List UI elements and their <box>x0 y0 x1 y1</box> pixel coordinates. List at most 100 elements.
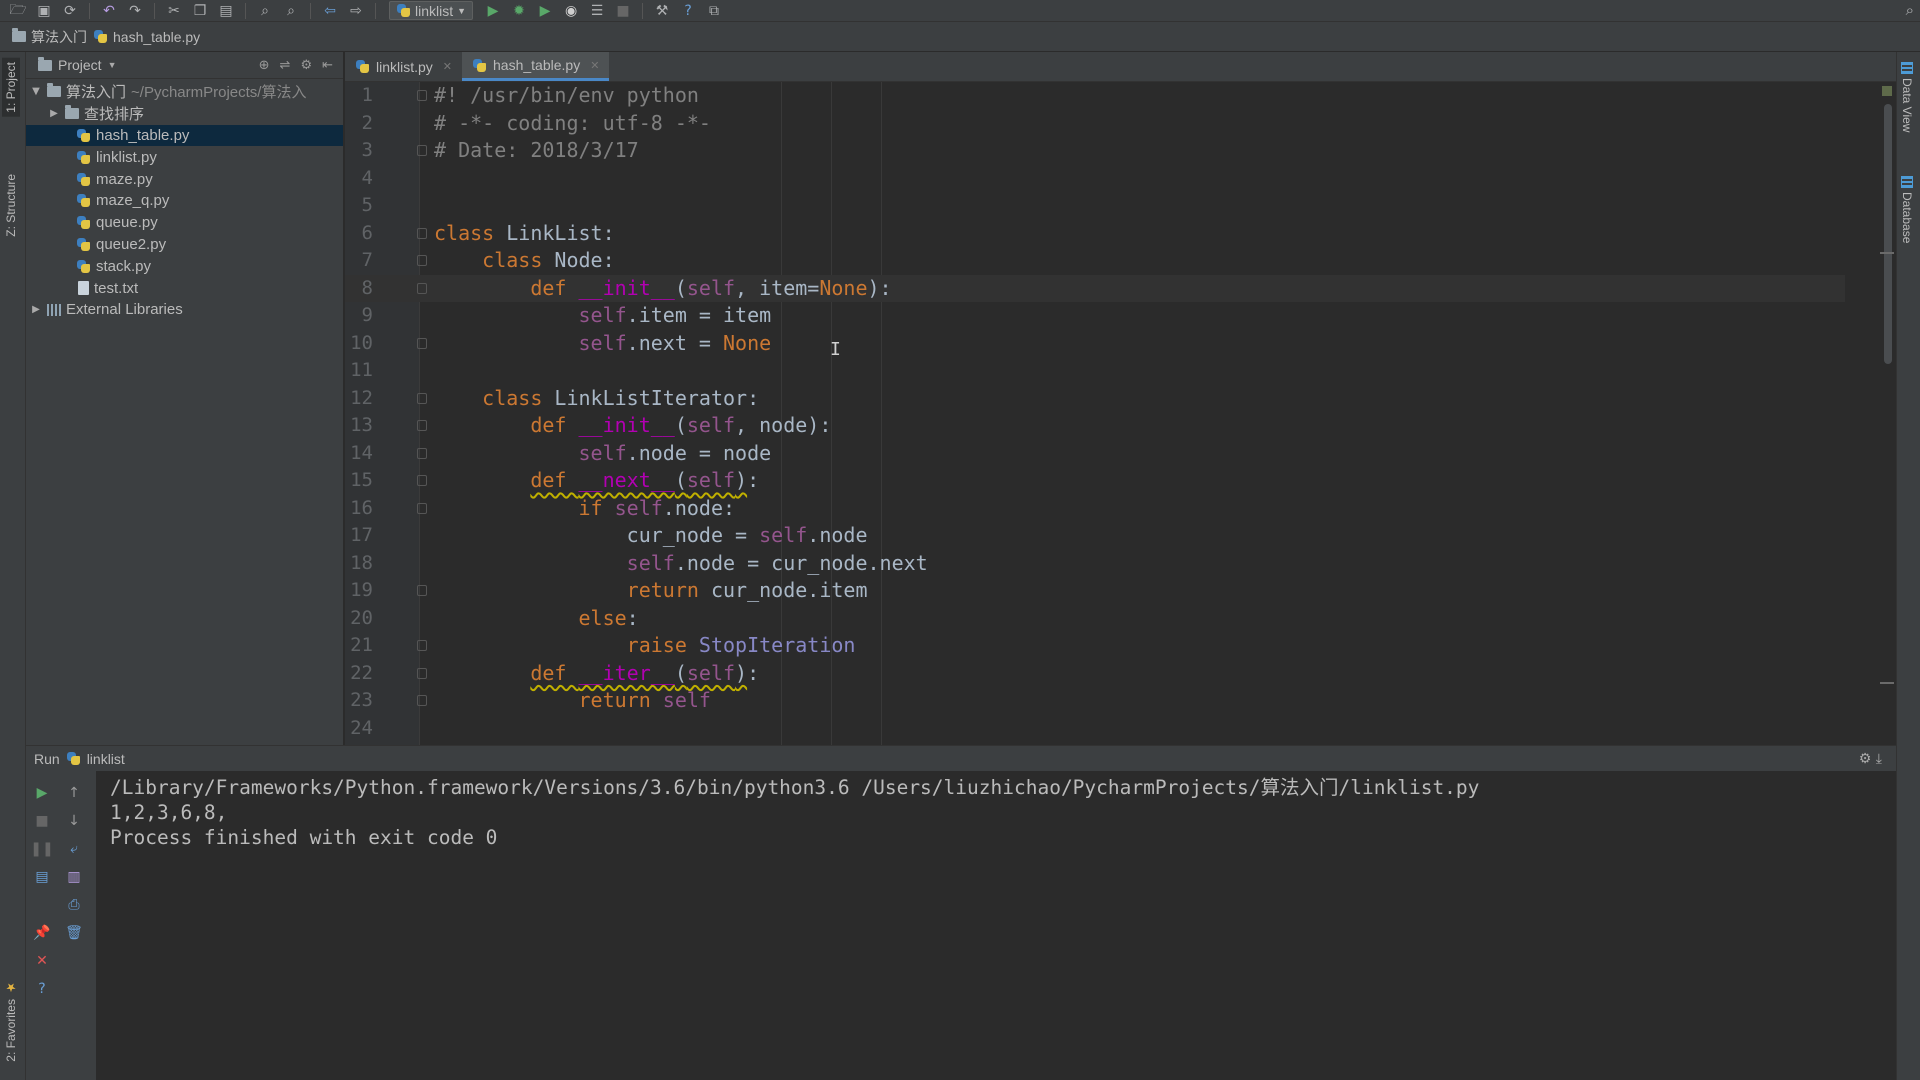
tree-item-folder[interactable]: ▶ 查找排序 <box>26 103 343 125</box>
code-line[interactable]: 13 def __init__(self, node): <box>345 412 1845 440</box>
tree-item-file[interactable]: test.txt <box>26 277 343 299</box>
fold-marker-icon[interactable] <box>417 392 427 404</box>
vcs-icon[interactable]: ⧉ <box>704 2 724 20</box>
search-icon[interactable]: ⌕ <box>1906 1 1914 19</box>
fold-marker-icon[interactable] <box>417 282 427 294</box>
help-icon[interactable]: ? <box>678 2 698 20</box>
code-editor[interactable]: 1 #! /usr/bin/env python 2 # -*- coding: ut… <box>345 82 1896 745</box>
pin-icon[interactable]: 📌 <box>32 923 52 943</box>
open-folder-icon[interactable]: 🗁 <box>8 2 28 20</box>
code-line[interactable]: 24 <box>345 715 1845 743</box>
code-line[interactable]: 6 class LinkList: <box>345 220 1845 248</box>
warning-marker[interactable] <box>1880 682 1894 684</box>
fold-marker-icon[interactable] <box>417 90 427 101</box>
clear-all-icon[interactable]: 🗑 <box>64 923 84 943</box>
close-icon[interactable]: ✕ <box>32 951 52 971</box>
code-line[interactable]: 16 if self.node: <box>345 495 1845 523</box>
breadcrumb-item-file[interactable]: hash_table.py <box>93 29 200 45</box>
run-config-tab[interactable]: linklist <box>87 751 125 767</box>
expanded-arrow-icon[interactable]: ▼ <box>30 86 42 97</box>
run-icon[interactable]: ▶ <box>483 2 503 20</box>
rerun-icon[interactable]: ▶ <box>32 783 52 803</box>
fold-marker-icon[interactable] <box>417 145 427 156</box>
restore-layout-icon[interactable]: ▤ <box>32 867 52 887</box>
code-line[interactable]: 11 <box>345 357 1845 385</box>
code-line[interactable]: 18 self.node = cur_node.next <box>345 550 1845 578</box>
sync-icon[interactable]: ⟳ <box>60 2 80 20</box>
code-line[interactable]: 7 class Node: <box>345 247 1845 275</box>
fold-marker-icon[interactable] <box>417 667 427 679</box>
fold-marker-icon[interactable] <box>417 337 427 349</box>
tree-item-file[interactable]: linklist.py <box>26 146 343 168</box>
inspection-status-icon[interactable] <box>1882 86 1892 96</box>
code-line[interactable]: 9 self.item = item <box>345 302 1845 330</box>
code-line[interactable]: 2 # -*- coding: utf-8 -*- <box>345 110 1845 138</box>
close-icon[interactable]: ✕ <box>443 60 452 73</box>
fold-marker-icon[interactable] <box>417 255 427 266</box>
tab-favorites[interactable]: 2: Favorites ★ <box>2 977 20 1066</box>
code-line[interactable]: 23 return self <box>345 687 1845 715</box>
coverage-icon[interactable]: ▶ <box>535 2 555 20</box>
find-icon[interactable]: ⌕ <box>255 2 275 20</box>
tree-item-file-selected[interactable]: hash_table.py <box>26 124 343 147</box>
collapsed-arrow-icon[interactable]: ▶ <box>48 108 60 119</box>
locate-icon[interactable]: ⊕ <box>259 58 270 73</box>
code-line[interactable]: 20 else: <box>345 605 1845 633</box>
breadcrumb-item-project[interactable]: 算法入门 <box>12 27 87 47</box>
tree-item-file[interactable]: stack.py <box>26 255 343 277</box>
code-line[interactable]: 19 return cur_node.item <box>345 577 1845 605</box>
tab-database[interactable]: Database <box>1900 176 1914 243</box>
tree-item-file[interactable]: maze_q.py <box>26 190 343 212</box>
hide-panel-icon[interactable]: ⇤ <box>322 58 333 73</box>
tree-item-file[interactable]: queue2.py <box>26 234 343 256</box>
down-arrow-icon[interactable]: ↓ <box>64 811 84 831</box>
fold-marker-icon[interactable] <box>417 585 427 596</box>
warning-marker[interactable] <box>1880 252 1894 254</box>
fold-marker-icon[interactable] <box>417 227 427 239</box>
code-line[interactable]: 14 self.node = node <box>345 440 1845 468</box>
code-line[interactable]: 5 <box>345 192 1845 220</box>
code-line[interactable]: 1 #! /usr/bin/env python <box>345 82 1845 110</box>
tab-project[interactable]: 1: Project <box>2 58 20 117</box>
tree-item-external-libraries[interactable]: ▶ External Libraries <box>26 299 343 321</box>
stop-icon[interactable]: ■ <box>613 2 633 20</box>
cut-icon[interactable]: ✂ <box>164 2 184 20</box>
editor-scrollbar[interactable] <box>1884 104 1892 364</box>
tree-item-file[interactable]: maze.py <box>26 168 343 190</box>
run-configuration-selector[interactable]: linklist ▼ <box>389 1 474 20</box>
tab-data-view[interactable]: Data View <box>1900 62 1914 132</box>
save-icon[interactable]: ▣ <box>34 2 54 20</box>
help-icon[interactable]: ? <box>32 979 52 999</box>
tab-hash-table[interactable]: hash_table.py ✕ <box>462 52 610 81</box>
pause-icon[interactable]: ❚❚ <box>30 839 53 859</box>
code-line[interactable]: 10 self.next = None <box>345 330 1845 358</box>
run-console[interactable]: /Library/Frameworks/Python.framework/Ver… <box>96 771 1896 1080</box>
code-line[interactable]: 8 def __init__(self, item=None): <box>345 274 1845 302</box>
code-line[interactable]: 4 <box>345 165 1845 193</box>
close-icon[interactable]: ✕ <box>590 59 599 72</box>
fold-marker-icon[interactable] <box>417 695 427 706</box>
code-line[interactable]: 22 def __iter__(self): <box>345 660 1845 688</box>
scroll-to-end-icon[interactable]: ▥ <box>64 867 84 887</box>
collapse-all-icon[interactable]: ⇌ <box>280 58 291 73</box>
profile-icon[interactable]: ◉ <box>561 2 581 20</box>
fold-marker-icon[interactable] <box>417 475 427 486</box>
concurrency-icon[interactable]: ☰ <box>587 2 607 20</box>
fold-marker-icon[interactable] <box>417 640 427 651</box>
redo-icon[interactable]: ↷ <box>125 2 145 20</box>
soft-wrap-icon[interactable]: ⤶ <box>64 839 84 859</box>
fold-marker-icon[interactable] <box>417 447 427 459</box>
project-view-selector[interactable]: Project <box>58 57 102 73</box>
collapsed-arrow-icon[interactable]: ▶ <box>30 304 42 315</box>
forward-icon[interactable]: ⇨ <box>346 2 366 20</box>
tree-item-file[interactable]: queue.py <box>26 212 343 234</box>
fold-marker-icon[interactable] <box>417 502 427 514</box>
fold-marker-icon[interactable] <box>417 420 427 431</box>
print-icon[interactable]: ⎙ <box>64 895 84 915</box>
tab-structure[interactable]: Z: Structure <box>2 170 20 241</box>
up-arrow-icon[interactable]: ↑ <box>64 783 84 803</box>
gear-icon[interactable]: ⚙ ⤓ <box>1859 751 1896 767</box>
code-line[interactable]: 17 cur_node = self.node <box>345 522 1845 550</box>
code-line[interactable]: 3 # Date: 2018/3/17 <box>345 137 1845 165</box>
code-line[interactable]: 21 raise StopIteration <box>345 632 1845 660</box>
